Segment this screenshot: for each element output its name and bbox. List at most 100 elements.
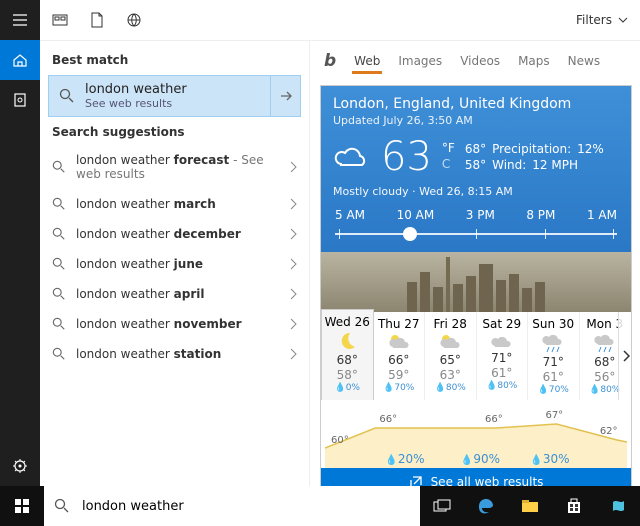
forecast-day[interactable]: Sun 3071°61°💧70% (528, 312, 580, 400)
unit-f[interactable]: °F (442, 141, 455, 157)
chevron-down-icon (618, 15, 628, 25)
documents-icon[interactable] (90, 12, 104, 28)
forecast-precip: 💧80% (589, 385, 620, 395)
precip-label: Precipitation: (492, 142, 571, 156)
time-0: 5 AM (335, 208, 365, 222)
search-icon (49, 88, 85, 104)
suggestion-item[interactable]: london weather forecast - See web result… (40, 145, 309, 189)
best-match-sub: See web results (85, 97, 270, 110)
forecast-day[interactable]: Sat 2971°61°💧80% (477, 312, 529, 400)
cortana-rail (0, 0, 40, 526)
search-input[interactable] (80, 498, 420, 515)
settings-button[interactable] (0, 446, 40, 486)
web-icon[interactable] (126, 12, 142, 28)
chart-lbl-5: 62° (600, 426, 618, 437)
start-button[interactable] (0, 486, 44, 526)
suggestions-label: Search suggestions (40, 119, 309, 145)
top-toolbar: Filters (40, 0, 640, 40)
chart-precip-2: 💧90% (461, 452, 500, 466)
filters-button[interactable]: Filters (576, 13, 628, 27)
suggestion-item[interactable]: london weather june (40, 249, 309, 279)
suggestion-text: london weather april (76, 287, 279, 301)
time-2: 3 PM (466, 208, 495, 222)
filters-label: Filters (576, 13, 612, 27)
tab-web[interactable]: Web (354, 54, 380, 68)
forecast-precip: 💧70% (538, 385, 569, 395)
suggestion-item[interactable]: london weather station (40, 339, 309, 369)
home-button[interactable] (0, 40, 40, 80)
search-icon (52, 257, 66, 271)
chevron-right-icon (289, 161, 297, 173)
tab-maps[interactable]: Maps (518, 54, 550, 68)
wind-label: Wind: (492, 158, 526, 172)
forecast-lo: 63° (440, 368, 461, 382)
forecast-hi: 71° (543, 355, 564, 369)
explorer-button[interactable] (508, 486, 552, 526)
search-results: Best match london weather See web result… (40, 41, 310, 526)
taskbar (0, 486, 640, 526)
chevron-right-icon (289, 198, 297, 210)
edge-button[interactable] (464, 486, 508, 526)
search-icon (54, 498, 70, 514)
chevron-right-icon (289, 318, 297, 330)
forecast-lo: 59° (388, 368, 409, 382)
suggestion-item[interactable]: london weather march (40, 189, 309, 219)
time-3: 8 PM (526, 208, 555, 222)
chart-precip-3: 💧30% (530, 452, 569, 466)
forecast-day[interactable]: Wed 2668°58°💧0% (321, 309, 374, 400)
weather-lo: 58° (465, 158, 486, 172)
forecast-icon (541, 332, 565, 354)
time-slider[interactable] (333, 226, 619, 242)
apps-icon[interactable] (52, 12, 68, 28)
suggestion-text: london weather march (76, 197, 279, 211)
tab-news[interactable]: News (568, 54, 600, 68)
search-icon (52, 227, 66, 241)
search-icon (52, 197, 66, 211)
tab-videos[interactable]: Videos (460, 54, 500, 68)
forecast-next-button[interactable] (618, 312, 632, 400)
store-button[interactable] (552, 486, 596, 526)
weather-updated: Updated July 26, 3:50 AM (333, 114, 619, 127)
unit-c[interactable]: C (442, 157, 455, 173)
tab-images[interactable]: Images (398, 54, 442, 68)
suggestion-item[interactable]: london weather november (40, 309, 309, 339)
slider-handle[interactable] (403, 227, 417, 241)
taskbar-search[interactable] (44, 486, 420, 526)
suggestion-item[interactable]: london weather april (40, 279, 309, 309)
weather-location: London, England, United Kingdom (333, 96, 619, 112)
forecast-lo: 61° (543, 370, 564, 384)
forecast-hi: 71° (491, 351, 512, 365)
best-match-item[interactable]: london weather See web results (48, 75, 301, 117)
web-preview: b Web Images Videos Maps News London, En… (310, 41, 640, 526)
chevron-right-icon (289, 228, 297, 240)
chart-lbl-1: 66° (379, 414, 397, 425)
forecast-day-label: Thu 27 (378, 317, 420, 331)
search-icon (52, 287, 66, 301)
forecast-day[interactable]: Thu 2766°59°💧70% (374, 312, 426, 400)
suggestion-item[interactable]: london weather december (40, 219, 309, 249)
suggestion-text: london weather june (76, 257, 279, 271)
wind-value: 12 MPH (532, 158, 578, 172)
task-view-button[interactable] (420, 486, 464, 526)
suggestion-text: london weather november (76, 317, 279, 331)
menu-button[interactable] (0, 0, 40, 40)
search-icon (52, 317, 66, 331)
forecast-hi: 68° (337, 353, 358, 367)
forecast-day[interactable]: Fri 2865°63°💧80% (425, 312, 477, 400)
app-button[interactable] (596, 486, 640, 526)
chart-lbl-4: 67° (545, 410, 563, 421)
forecast-hi: 65° (440, 353, 461, 367)
forecast-icon (438, 332, 462, 352)
temp-chart: 60° 66° 66° 67° 62° 💧20% 💧90% 💧30% (325, 408, 627, 468)
forecast-day-label: Wed 26 (325, 315, 370, 329)
suggestion-text: london weather station (76, 347, 279, 361)
notebook-button[interactable] (0, 80, 40, 120)
forecast-icon (336, 330, 358, 352)
chevron-right-icon (289, 288, 297, 300)
forecast-precip: 💧80% (435, 383, 466, 393)
forecast-day-label: Sat 29 (482, 317, 521, 331)
time-labels: 5 AM 10 AM 3 PM 8 PM 1 AM (333, 208, 619, 222)
forecast-hi: 66° (388, 353, 409, 367)
chart-lbl-0: 60° (331, 435, 349, 446)
open-arrow-button[interactable] (270, 76, 300, 116)
